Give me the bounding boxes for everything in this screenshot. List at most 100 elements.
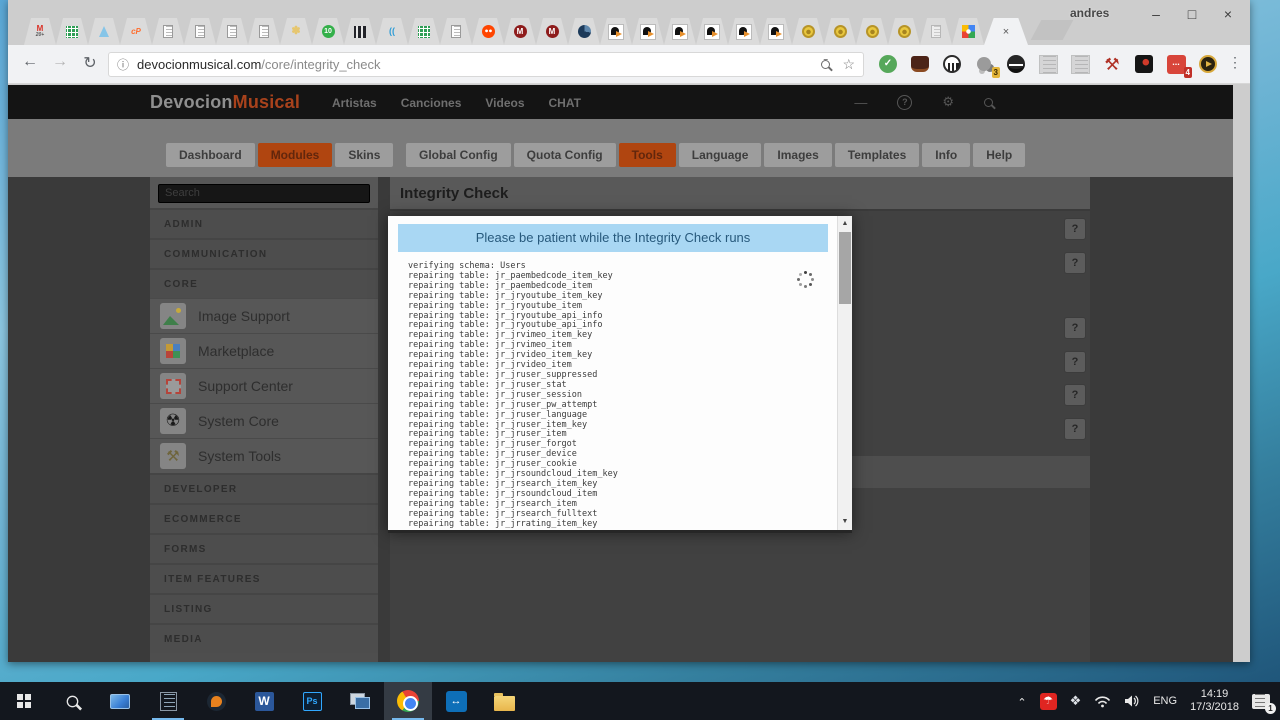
language-indicator[interactable]: ENG xyxy=(1153,695,1177,707)
browser-tab[interactable] xyxy=(184,18,216,45)
browser-tab[interactable] xyxy=(344,18,376,45)
ok-green-extension-icon[interactable]: ✓ xyxy=(876,52,900,76)
scroll-up-icon[interactable]: ▲ xyxy=(838,217,852,231)
sidebar-section-media[interactable]: MEDIA xyxy=(150,623,378,653)
help-question-button[interactable]: ? xyxy=(1064,351,1086,373)
help-question-button[interactable]: ? xyxy=(1064,317,1086,339)
help-question-button[interactable]: ? xyxy=(1064,218,1086,240)
browser-tab[interactable] xyxy=(248,18,280,45)
browser-tab[interactable]: ✽ xyxy=(280,18,312,45)
taskbar-control-panel[interactable] xyxy=(96,682,144,720)
help-question-button[interactable]: ? xyxy=(1064,418,1086,440)
site-info-icon[interactable]: ⓘ xyxy=(117,56,129,73)
tab-templates[interactable]: Templates xyxy=(834,143,920,167)
taskbar-teamviewer[interactable]: ↔ xyxy=(432,682,480,720)
browser-tab[interactable] xyxy=(920,18,952,45)
browser-tab[interactable] xyxy=(88,18,120,45)
sidebar-item-support-center[interactable]: Support Center xyxy=(150,368,378,403)
browser-tab[interactable] xyxy=(472,18,504,45)
play-gold-extension-icon[interactable] xyxy=(1196,52,1220,76)
dots-red-extension-icon[interactable]: ... 4 xyxy=(1164,52,1192,78)
tab-dashboard[interactable]: Dashboard xyxy=(166,143,255,167)
chrome-menu-icon[interactable]: ⋮ xyxy=(1228,54,1242,71)
tab-info[interactable]: Info xyxy=(922,143,971,167)
sidebar-search-input[interactable] xyxy=(158,183,370,203)
taskbar-chrome[interactable] xyxy=(384,682,432,720)
nav-videos[interactable]: Videos xyxy=(485,96,524,110)
browser-tab[interactable] xyxy=(792,18,824,45)
help-icon[interactable]: ? xyxy=(897,94,913,110)
sidebar-item-system-tools[interactable]: ⚒ System Tools xyxy=(150,438,378,473)
taskbar-photoshop[interactable]: Ps xyxy=(288,682,336,720)
minimize-button[interactable]: – xyxy=(1140,2,1172,26)
taskbar-word[interactable]: W xyxy=(240,682,288,720)
volume-icon[interactable] xyxy=(1124,694,1140,708)
browser-tab[interactable] xyxy=(696,18,728,45)
tab-global-config[interactable]: Global Config xyxy=(406,143,511,167)
taskbar-network-app[interactable] xyxy=(336,682,384,720)
clock[interactable]: 14:19 17/3/2018 xyxy=(1190,688,1239,714)
maximize-button[interactable]: □ xyxy=(1176,2,1208,26)
fox-dark-extension-icon[interactable] xyxy=(908,52,932,76)
browser-tab[interactable]: M xyxy=(504,18,536,45)
zoom-out-icon[interactable] xyxy=(821,55,831,74)
active-browser-tab[interactable]: × xyxy=(984,18,1028,45)
browser-tab[interactable] xyxy=(440,18,472,45)
tab-close-icon[interactable]: × xyxy=(998,24,1014,40)
tab-help[interactable]: Help xyxy=(973,143,1026,167)
ghost-1-extension-icon[interactable] xyxy=(1036,52,1060,76)
tab-quota-config[interactable]: Quota Config xyxy=(513,143,616,167)
site-logo[interactable]: DevocionMusical xyxy=(150,92,300,113)
browser-tab[interactable] xyxy=(952,18,984,45)
sidebar-section-listing[interactable]: LISTING xyxy=(150,593,378,623)
close-button[interactable]: × xyxy=(1212,2,1244,26)
tab-tools[interactable]: Tools xyxy=(618,143,676,167)
gear-icon[interactable]: ⚙ xyxy=(942,94,954,110)
nav-chat[interactable]: CHAT xyxy=(549,96,581,110)
browser-tab[interactable]: 10 xyxy=(312,18,344,45)
forward-button[interactable]: → xyxy=(48,53,72,71)
runner-dark-extension-icon[interactable] xyxy=(1132,52,1156,76)
tray-chevron-icon[interactable]: ⌃ xyxy=(1017,696,1026,709)
dropbox-icon[interactable]: ❖ xyxy=(1070,693,1082,709)
help-question-button[interactable]: ? xyxy=(1064,252,1086,274)
tab-skins[interactable]: Skins xyxy=(335,143,394,167)
browser-tab[interactable] xyxy=(408,18,440,45)
start-button[interactable] xyxy=(0,682,48,720)
browser-tab[interactable] xyxy=(888,18,920,45)
browser-tab[interactable] xyxy=(56,18,88,45)
sidebar-section-developer[interactable]: DEVELOPER xyxy=(150,473,378,503)
back-button[interactable]: ← xyxy=(18,53,42,71)
sidebar-section-communication[interactable]: COMMUNICATION xyxy=(150,238,378,268)
spy-extension-icon[interactable] xyxy=(1004,52,1028,76)
sidebar-section-admin[interactable]: ADMIN xyxy=(150,208,378,238)
taskbar-orange-app[interactable] xyxy=(192,682,240,720)
chart-circle-extension-icon[interactable] xyxy=(940,52,964,76)
notification-center-icon[interactable]: 1 xyxy=(1252,693,1276,714)
browser-tab[interactable]: M 20+ xyxy=(24,18,56,45)
sidebar-item-image-support[interactable]: Image Support xyxy=(150,298,378,333)
browser-tab[interactable] xyxy=(760,18,792,45)
browser-tab[interactable] xyxy=(216,18,248,45)
browser-tab[interactable] xyxy=(856,18,888,45)
chrome-profile-name[interactable]: andres xyxy=(1070,6,1109,20)
browser-tab[interactable] xyxy=(152,18,184,45)
sidebar-section-item-features[interactable]: ITEM FEATURES xyxy=(150,563,378,593)
browser-tab[interactable] xyxy=(568,18,600,45)
avira-icon[interactable]: ☂ xyxy=(1039,692,1057,710)
ghost-2-extension-icon[interactable] xyxy=(1068,52,1092,76)
modal-scroll-thumb[interactable] xyxy=(839,232,851,304)
sidebar-item-system-core[interactable]: ☢ System Core xyxy=(150,403,378,438)
browser-tab[interactable]: M xyxy=(536,18,568,45)
help-question-button[interactable]: ? xyxy=(1064,384,1086,406)
search-icon[interactable] xyxy=(984,97,993,107)
cluster-extension-icon[interactable]: 3 xyxy=(972,52,1000,78)
browser-tab[interactable]: cP xyxy=(120,18,152,45)
browser-tab[interactable] xyxy=(728,18,760,45)
dash-icon[interactable]: — xyxy=(854,95,867,110)
browser-tab[interactable] xyxy=(664,18,696,45)
bookmark-star-icon[interactable]: ☆ xyxy=(842,56,855,73)
address-bar[interactable]: ⓘ devocionmusical.com/core/integrity_che… xyxy=(108,52,864,77)
tab-modules[interactable]: Modules xyxy=(257,143,333,167)
nav-artistas[interactable]: Artistas xyxy=(332,96,377,110)
